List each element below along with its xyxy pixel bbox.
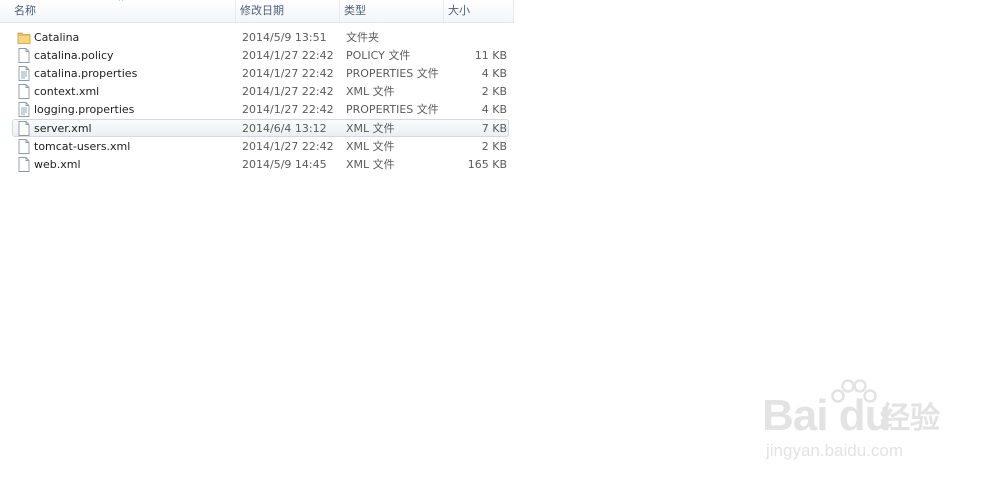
file-name: logging.properties — [34, 103, 135, 116]
file-size: 11 KB — [474, 49, 507, 62]
column-header-date[interactable]: 修改日期 — [236, 0, 340, 22]
file-icon — [17, 157, 31, 172]
file-row-server-xml[interactable]: server.xml 2014/6/4 13:12 XML 文件 7 KB — [12, 119, 509, 137]
file-name: context.xml — [34, 85, 100, 98]
file-name: tomcat-users.xml — [34, 140, 131, 153]
text-file-icon — [17, 66, 31, 81]
file-type: XML 文件 — [346, 158, 395, 171]
file-date: 2014/1/27 22:42 — [242, 49, 334, 62]
sort-ascending-icon: ^ — [118, 0, 124, 6]
file-icon — [17, 139, 31, 154]
file-row-web-xml[interactable]: web.xml 2014/5/9 14:45 XML 文件 165 KB — [12, 155, 509, 173]
file-icon — [17, 121, 31, 136]
column-header-type[interactable]: 类型 — [340, 0, 444, 22]
file-size: 4 KB — [481, 103, 507, 116]
file-name: Catalina — [34, 31, 80, 44]
file-date: 2014/1/27 22:42 — [242, 67, 334, 80]
file-name: catalina.policy — [34, 49, 114, 62]
text-file-icon — [17, 102, 31, 117]
file-name: server.xml — [34, 122, 92, 135]
file-name: web.xml — [34, 158, 81, 171]
file-size: 2 KB — [481, 85, 507, 98]
file-row-tomcat-users-xml[interactable]: tomcat-users.xml 2014/1/27 22:42 XML 文件 … — [12, 137, 509, 155]
file-type: XML 文件 — [346, 122, 395, 135]
file-name: catalina.properties — [34, 67, 138, 80]
jingyan-text: 经验 — [880, 401, 940, 436]
baidu-logo-text: Bai du — [762, 391, 891, 440]
file-date: 2014/1/27 22:42 — [242, 140, 334, 153]
file-date: 2014/5/9 14:45 — [242, 158, 327, 171]
file-row-context-xml[interactable]: context.xml 2014/1/27 22:42 XML 文件 2 KB — [12, 82, 509, 100]
file-type: XML 文件 — [346, 140, 395, 153]
file-row-catalina[interactable]: Catalina 2014/5/9 13:51 文件夹 — [12, 28, 509, 46]
file-type: XML 文件 — [346, 85, 395, 98]
file-row-catalina-policy[interactable]: catalina.policy 2014/1/27 22:42 POLICY 文… — [12, 46, 509, 64]
watermark-url: jingyan.baidu.com — [766, 441, 904, 460]
file-icon — [17, 84, 31, 99]
file-date: 2014/1/27 22:42 — [242, 103, 334, 116]
file-row-logging-properties[interactable]: logging.properties 2014/1/27 22:42 PROPE… — [12, 100, 509, 118]
file-size: 7 KB — [481, 122, 507, 135]
file-size: 2 KB — [481, 140, 507, 153]
file-icon — [17, 48, 31, 63]
file-date: 2014/6/4 13:12 — [242, 122, 327, 135]
file-type: POLICY 文件 — [346, 49, 411, 62]
baidu-jingyan-watermark: Bai du 经验 jingyan.baidu.com — [762, 378, 952, 468]
file-type: PROPERTIES 文件 — [346, 103, 439, 116]
file-type: 文件夹 — [346, 31, 379, 44]
file-row-catalina-properties[interactable]: catalina.properties 2014/1/27 22:42 PROP… — [12, 64, 509, 82]
file-type: PROPERTIES 文件 — [346, 67, 439, 80]
file-size: 165 KB — [467, 158, 507, 171]
file-size: 4 KB — [481, 67, 507, 80]
column-header-size[interactable]: 大小 — [444, 0, 514, 22]
folder-icon — [17, 30, 31, 45]
column-header-bar: 名称 ^ 修改日期 类型 大小 — [0, 0, 514, 23]
file-date: 2014/1/27 22:42 — [242, 85, 334, 98]
file-date: 2014/5/9 13:51 — [242, 31, 327, 44]
